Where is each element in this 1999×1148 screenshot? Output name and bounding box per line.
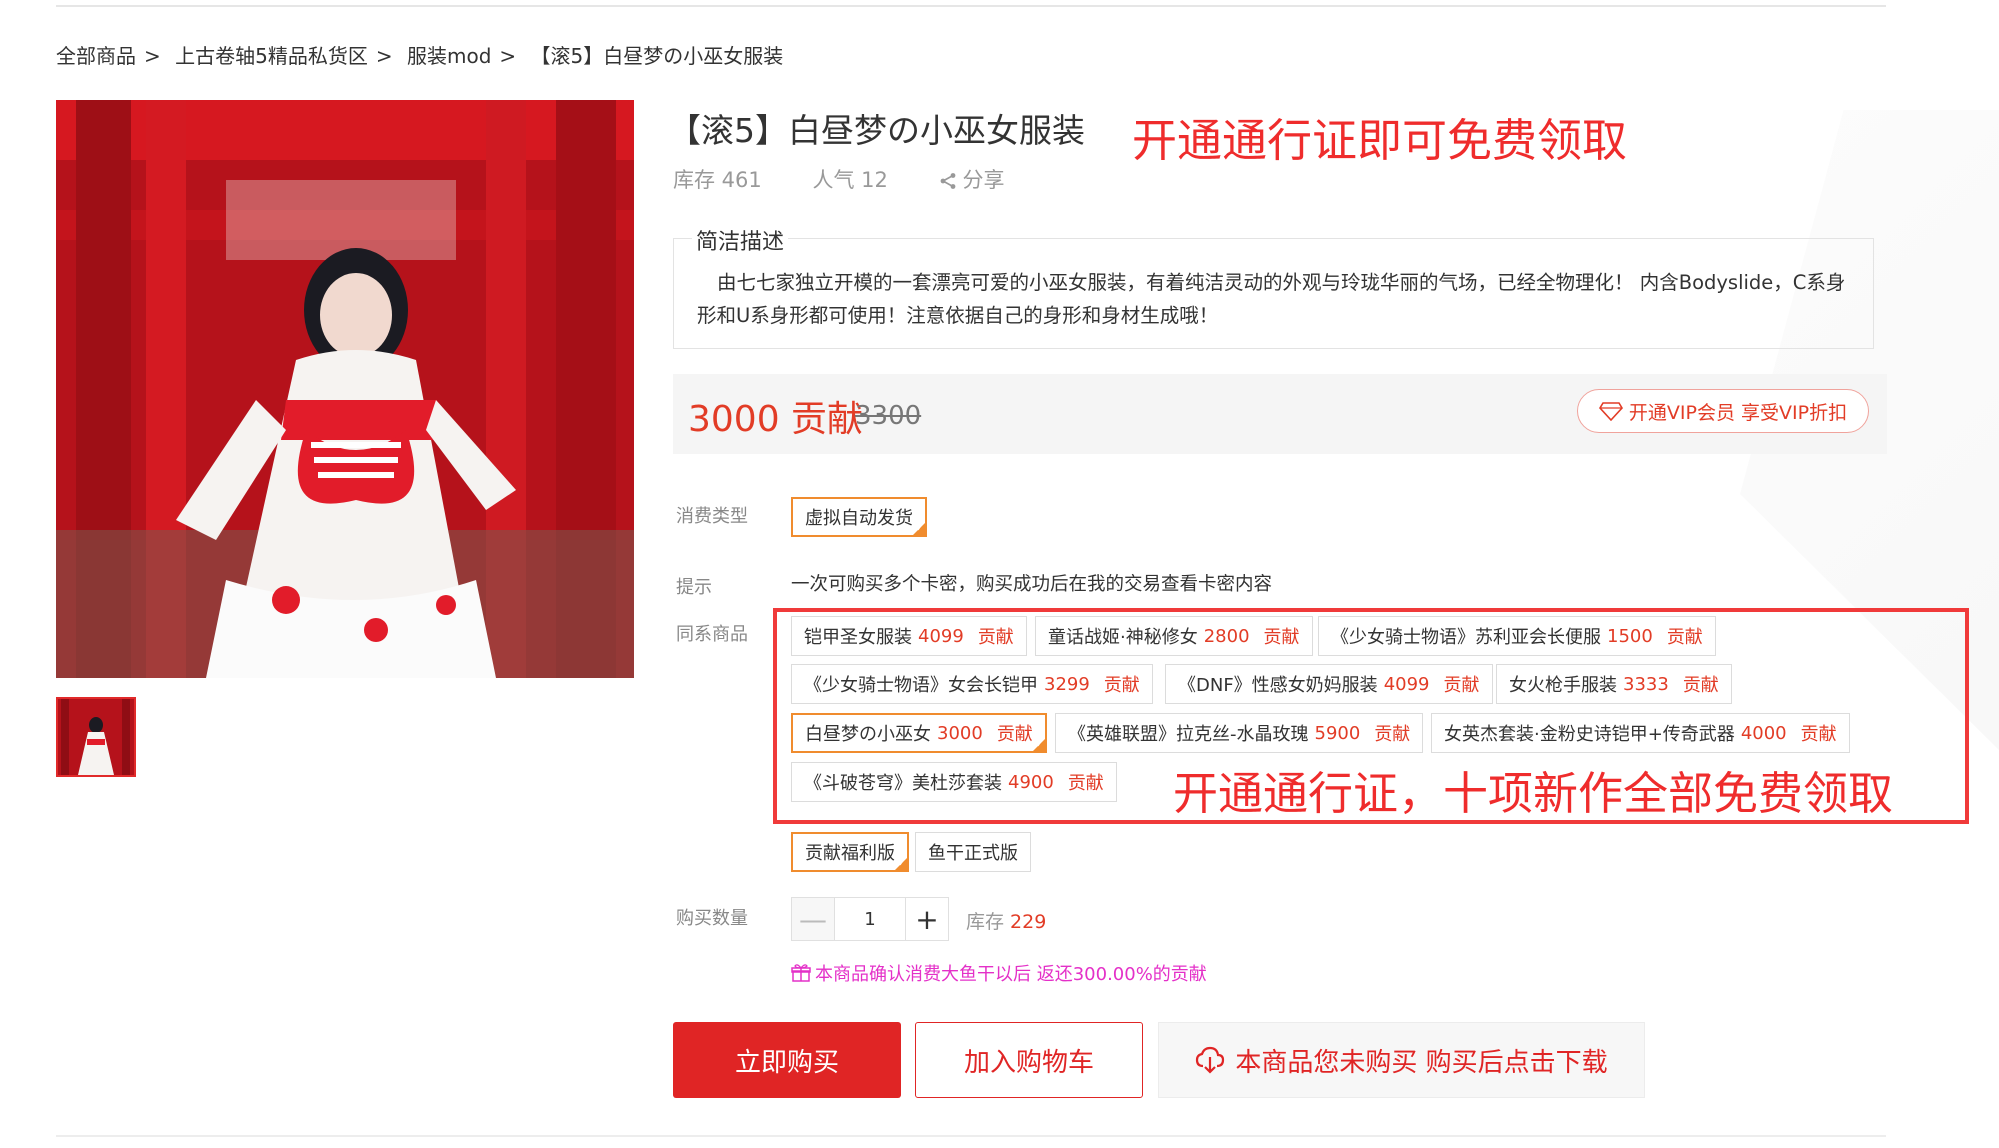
vip-discount-button[interactable]: 开通VIP会员 享受VIP折扣 xyxy=(1577,389,1869,433)
product-photo xyxy=(56,100,634,678)
version-option-label: 贡献福利版 xyxy=(805,843,895,864)
description-text: 由七七家独立开模的一套漂亮可爱的小巫女服装，有着纯洁灵动的外观与玲珑华丽的气场，… xyxy=(697,271,1846,327)
quantity-label: 购买数量 xyxy=(676,908,748,929)
download-button[interactable]: 本商品您未购买 购买后点击下载 xyxy=(1158,1022,1645,1098)
version-option[interactable]: 鱼干正式版 xyxy=(915,832,1031,872)
stock-remaining-value: 229 xyxy=(1010,911,1047,933)
breadcrumb-separator: > xyxy=(375,44,393,68)
breadcrumb-item-current: 【滚5】白昼梦の小巫女服装 xyxy=(530,44,784,68)
product-thumbnail[interactable] xyxy=(56,697,136,777)
breadcrumb-separator: > xyxy=(144,44,161,68)
decrease-button[interactable]: — xyxy=(791,897,835,941)
hint-text: 一次可购买多个卡密，购买成功后在我的交易查看卡密内容 xyxy=(791,574,1273,595)
breadcrumb-item-category[interactable]: 上古卷轴5精品私货区 xyxy=(175,44,368,68)
original-price: 3300 xyxy=(855,401,922,431)
description-legend: 简洁描述 xyxy=(692,224,789,256)
pass-promo-text: 开通通行证即可免费领取 xyxy=(1132,114,1628,167)
stock-remaining: 库存 229 xyxy=(966,907,1046,934)
cloud-download-icon xyxy=(1196,1046,1225,1074)
product-main-image[interactable] xyxy=(56,100,634,678)
breadcrumb: 全部商品 > 上古卷轴5精品私货区 > 服装mod > 【滚5】白昼梦の小巫女服装 xyxy=(56,40,787,69)
series-promo-text: 开通通行证，十项新作全部免费领取 xyxy=(1173,767,1894,820)
version-option-label: 鱼干正式版 xyxy=(928,843,1018,864)
consume-type-option-label: 虚拟自动发货 xyxy=(805,508,913,529)
thumbnail-photo xyxy=(58,699,134,775)
product-meta: 库存 461 人气 12 分享 xyxy=(673,164,1049,194)
series-label: 同系商品 xyxy=(676,624,748,645)
selected-check-icon xyxy=(911,521,927,537)
vip-discount-label: 开通VIP会员 享受VIP折扣 xyxy=(1628,401,1848,424)
consume-type-option[interactable]: 虚拟自动发货 xyxy=(791,497,927,537)
add-to-cart-label: 加入购物车 xyxy=(963,1047,1094,1078)
breadcrumb-separator: > xyxy=(499,44,517,68)
rebate-text: 本商品确认消费大鱼干以后 返还300.00%的贡献 xyxy=(815,964,1207,985)
rebate-notice: 本商品确认消费大鱼干以后 返还300.00%的贡献 xyxy=(791,960,1207,986)
current-price: 3000 贡献 xyxy=(688,399,864,440)
buy-now-button[interactable]: 立即购买 xyxy=(673,1022,901,1098)
top-divider xyxy=(56,5,1886,7)
diamond-icon xyxy=(1598,402,1623,421)
share-button[interactable]: 分享 xyxy=(939,164,1005,194)
stock-count: 库存 461 xyxy=(673,168,762,192)
share-label: 分享 xyxy=(962,168,1005,192)
bottom-divider xyxy=(56,1135,1886,1137)
stock-remaining-label: 库存 xyxy=(966,911,1005,933)
breadcrumb-item-subcategory[interactable]: 服装mod xyxy=(407,44,491,68)
version-option-selected[interactable]: 贡献福利版 xyxy=(791,832,909,872)
quantity-input[interactable]: 1 xyxy=(835,897,905,941)
buy-now-label: 立即购买 xyxy=(734,1047,839,1078)
consume-type-label: 消费类型 xyxy=(676,506,748,527)
breadcrumb-item-all[interactable]: 全部商品 xyxy=(56,44,136,68)
add-to-cart-button[interactable]: 加入购物车 xyxy=(915,1022,1143,1098)
share-icon xyxy=(940,173,955,189)
selected-check-icon xyxy=(893,856,909,872)
product-title: 【滚5】白昼梦の小巫女服装 xyxy=(668,111,1085,150)
download-label: 本商品您未购买 购买后点击下载 xyxy=(1235,1047,1608,1078)
increase-button[interactable]: + xyxy=(905,897,949,941)
hint-label: 提示 xyxy=(676,577,712,598)
popularity-count: 人气 12 xyxy=(812,168,888,192)
gift-icon xyxy=(791,964,811,982)
quantity-stepper: — 1 + xyxy=(791,897,949,941)
